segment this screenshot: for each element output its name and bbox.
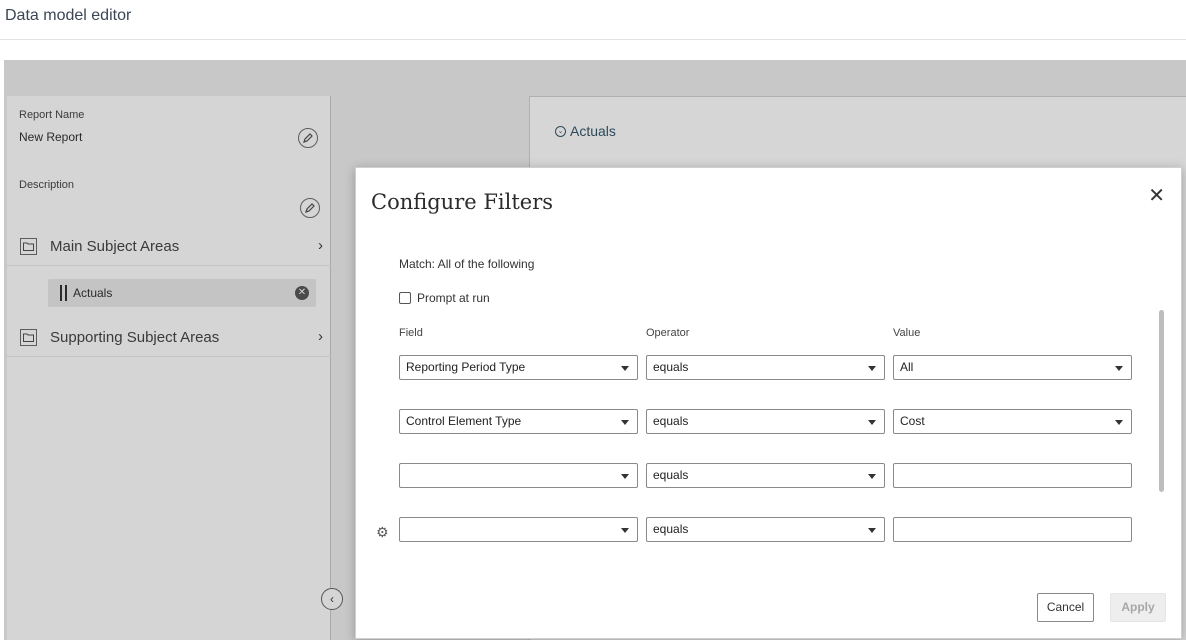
subject-area-label: Actuals — [73, 286, 113, 300]
operator-select-value: equals — [653, 360, 689, 374]
field-select[interactable]: Control Element Type — [399, 409, 638, 434]
edit-report-name-button[interactable] — [298, 128, 318, 148]
operator-select[interactable]: equals — [646, 517, 885, 542]
prompt-at-run-label: Prompt at run — [417, 291, 490, 305]
operator-select-value: equals — [653, 414, 689, 428]
report-name-label: Report Name — [19, 109, 85, 121]
value-select[interactable]: Cost — [893, 409, 1132, 434]
subject-area-item-actuals[interactable]: Actuals ✕ — [48, 279, 316, 307]
dropdown-caret-icon — [1115, 420, 1123, 425]
description-label: Description — [19, 179, 75, 191]
card-heading-label: Actuals — [570, 123, 616, 139]
value-input[interactable] — [893, 463, 1132, 488]
header-divider — [0, 39, 1186, 40]
dropdown-caret-icon — [621, 420, 629, 425]
apply-button[interactable]: Apply — [1110, 593, 1166, 622]
gear-icon[interactable]: ⚙ — [376, 524, 389, 541]
folder-icon — [20, 238, 37, 255]
field-select[interactable]: Reporting Period Type — [399, 355, 638, 380]
field-select-value: Control Element Type — [406, 414, 522, 428]
dropdown-caret-icon — [621, 528, 629, 533]
bars-icon — [60, 285, 67, 301]
dropdown-caret-icon — [868, 420, 876, 425]
operator-select[interactable]: equals — [646, 355, 885, 380]
dropdown-caret-icon — [868, 474, 876, 479]
dropdown-caret-icon — [621, 366, 629, 371]
operator-select[interactable]: equals — [646, 463, 885, 488]
chevron-right-icon: › — [318, 328, 323, 345]
field-column-header: Field — [399, 327, 423, 339]
chevron-down-icon: ⌄ — [555, 125, 566, 137]
prompt-at-run-checkbox[interactable] — [399, 292, 411, 304]
operator-select[interactable]: equals — [646, 409, 885, 434]
folder-icon — [20, 329, 37, 346]
pencil-icon — [305, 203, 315, 213]
operator-column-header: Operator — [646, 327, 690, 339]
section-label: Supporting Subject Areas — [50, 329, 220, 346]
dropdown-caret-icon — [868, 528, 876, 533]
report-details-panel: Report Name New Report Description Main … — [7, 96, 331, 640]
field-select[interactable] — [399, 463, 638, 488]
dropdown-caret-icon — [1115, 366, 1123, 371]
chevron-right-icon: › — [318, 237, 323, 254]
scrollbar[interactable] — [1159, 310, 1164, 492]
pencil-icon — [303, 133, 313, 143]
value-select-value: All — [900, 360, 914, 374]
edit-description-button[interactable] — [300, 198, 320, 218]
value-select-value: Cost — [900, 414, 925, 428]
configure-filters-dialog: Configure Filters ✕ Match: All of the fo… — [355, 167, 1182, 639]
collapse-panel-button[interactable]: ‹ — [321, 588, 343, 610]
operator-select-value: equals — [653, 522, 689, 536]
section-label: Main Subject Areas — [50, 238, 180, 255]
card-heading[interactable]: ⌄ Actuals — [555, 123, 616, 139]
section-supporting-subject-areas[interactable]: Supporting Subject Areas › — [7, 319, 331, 357]
dialog-title: Configure Filters — [371, 190, 554, 214]
close-icon[interactable]: ✕ — [1148, 183, 1165, 208]
cancel-button[interactable]: Cancel — [1037, 593, 1094, 622]
match-text: Match: All of the following — [399, 257, 535, 271]
value-input[interactable] — [893, 517, 1132, 542]
dropdown-caret-icon — [868, 366, 876, 371]
section-main-subject-areas[interactable]: Main Subject Areas › — [7, 228, 331, 266]
value-column-header: Value — [893, 327, 921, 339]
app-title: Data model editor — [5, 7, 132, 24]
field-select[interactable] — [399, 517, 638, 542]
remove-icon[interactable]: ✕ — [295, 286, 309, 300]
prompt-at-run-option[interactable]: Prompt at run — [399, 291, 490, 305]
field-select-value: Reporting Period Type — [406, 360, 526, 374]
report-name-value: New Report — [19, 130, 83, 144]
value-select[interactable]: All — [893, 355, 1132, 380]
operator-select-value: equals — [653, 468, 689, 482]
dropdown-caret-icon — [621, 474, 629, 479]
